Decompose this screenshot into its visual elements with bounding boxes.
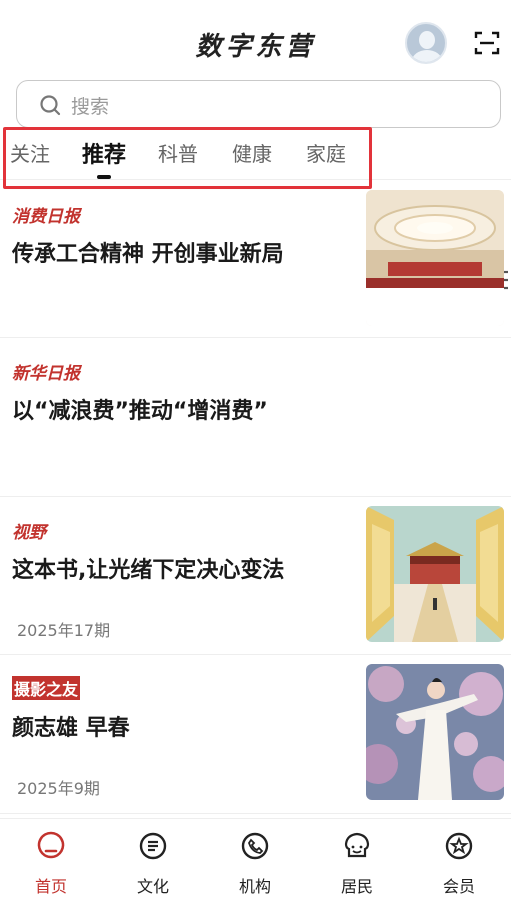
article-source-logo: 摄影之友 bbox=[12, 676, 81, 700]
tabbar-label: 机构 bbox=[238, 877, 271, 896]
search-input[interactable]: 搜索 bbox=[16, 80, 501, 128]
tab-family[interactable]: 家庭 bbox=[306, 138, 346, 167]
news-item[interactable]: 新华日报 以“减浪费”推动“增消费” bbox=[0, 339, 511, 497]
category-tabs: 关注 推荐 科普 健康 家庭 bbox=[0, 128, 511, 290]
article-title: 颜志雄 早春 bbox=[12, 716, 130, 741]
tab-health[interactable]: 健康 bbox=[232, 138, 272, 167]
tabbar-home[interactable]: 首页 bbox=[0, 819, 102, 899]
tabbar-label: 居民 bbox=[340, 877, 373, 896]
article-source: 消费日报 bbox=[12, 207, 80, 227]
article-title: 这本书,让光绪下定决心变法 bbox=[12, 558, 285, 583]
tabbar-resident[interactable]: 居民 bbox=[306, 819, 408, 899]
tabbar-label: 文化 bbox=[136, 877, 169, 896]
article-source: 视野 bbox=[12, 523, 46, 543]
article-source: 新华日报 bbox=[12, 364, 80, 384]
tabbar-culture[interactable]: 文化 bbox=[102, 819, 204, 899]
article-thumbnail bbox=[366, 506, 504, 642]
avatar[interactable] bbox=[405, 22, 447, 64]
tab-follow[interactable]: 关注 bbox=[10, 138, 50, 167]
article-title: 传承工合精神 开创事业新局 bbox=[12, 242, 284, 267]
phone-icon bbox=[241, 832, 269, 860]
resident-icon bbox=[344, 832, 370, 858]
scan-icon[interactable] bbox=[474, 30, 500, 56]
bottom-tab-bar: 首页 文化 机构 居民 会员 bbox=[0, 818, 511, 899]
search-placeholder: 搜索 bbox=[71, 96, 110, 118]
tabbar-institution[interactable]: 机构 bbox=[204, 819, 306, 899]
header: 数字东营 bbox=[0, 0, 511, 78]
home-icon bbox=[37, 831, 65, 859]
culture-icon bbox=[139, 832, 167, 860]
article-issue: 2025年9期 bbox=[17, 779, 100, 798]
article-thumbnail bbox=[366, 664, 504, 800]
tab-recommend[interactable]: 推荐 bbox=[82, 137, 126, 169]
search-icon bbox=[40, 95, 61, 116]
active-tab-indicator bbox=[97, 175, 111, 179]
news-item[interactable]: 视野 这本书,让光绪下定决心变法 2025年17期 bbox=[0, 498, 511, 655]
article-title: 以“减浪费”推动“增消费” bbox=[12, 399, 268, 424]
article-issue: 2025年17期 bbox=[17, 621, 111, 640]
member-icon bbox=[445, 832, 473, 860]
news-item[interactable]: 消费日报 传承工合精神 开创事业新局 bbox=[0, 182, 511, 338]
news-item[interactable]: 摄影之友 颜志雄 早春 2025年9期 bbox=[0, 656, 511, 814]
tabbar-label: 首页 bbox=[34, 877, 67, 896]
article-thumbnail bbox=[366, 190, 504, 326]
tab-science[interactable]: 科普 bbox=[158, 138, 198, 167]
tabbar-label: 会员 bbox=[442, 877, 475, 896]
tabbar-member[interactable]: 会员 bbox=[408, 819, 510, 899]
